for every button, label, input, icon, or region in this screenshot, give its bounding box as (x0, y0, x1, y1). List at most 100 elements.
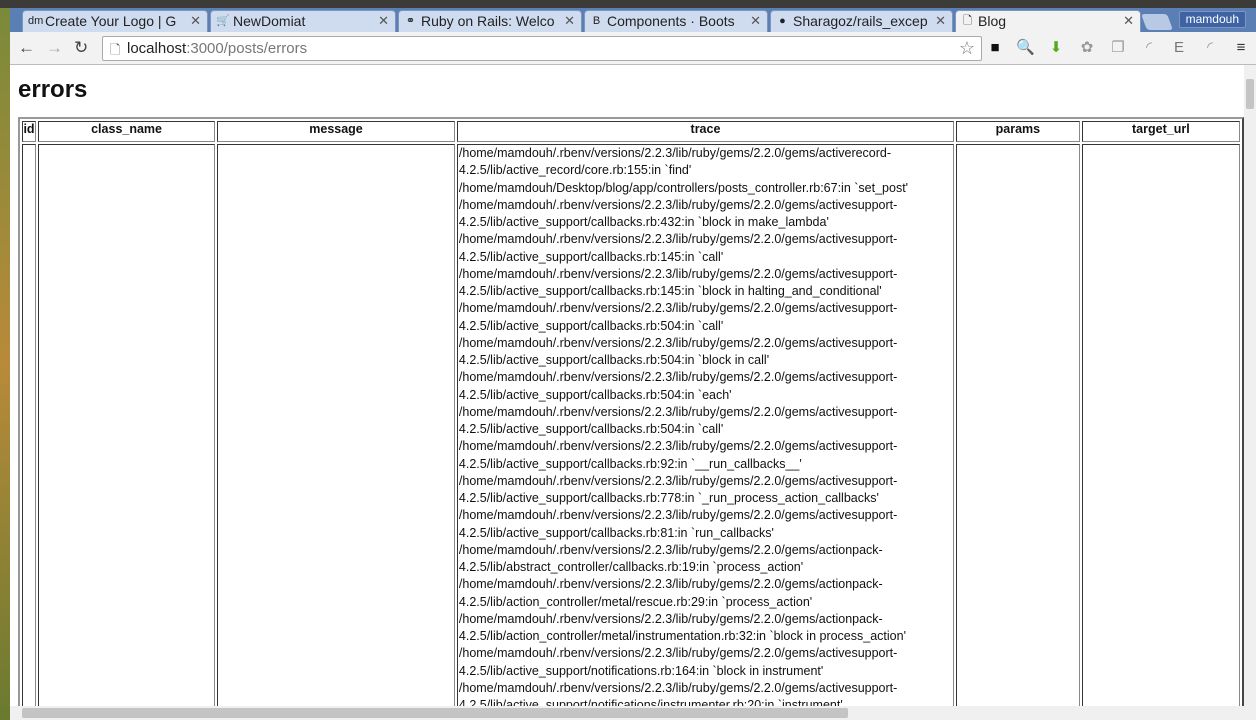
trace-line: 4.2.5/lib/active_support/callbacks.rb:50… (458, 353, 770, 367)
page-title: errors (18, 76, 88, 103)
trace-line: /home/mamdouh/.rbenv/versions/2.2.3/lib/… (458, 266, 898, 281)
trace-line: 4.2.5/lib/action_controller/metal/instru… (458, 629, 906, 643)
trace-line: /home/mamdouh/Desktop/blog/app/controlle… (458, 180, 909, 195)
github-icon: ● (779, 15, 786, 27)
table-row: /home/mamdouh/.rbenv/versions/2.2.3/lib/… (22, 144, 1240, 706)
tab-0[interactable]: dm Create Your Logo | G ✕ (22, 10, 208, 32)
extension-download-icon[interactable]: ⬇ (1047, 39, 1065, 57)
trace-line: 4.2.5/lib/abstract_controller/callbacks.… (458, 560, 804, 574)
horizontal-scrollbar[interactable] (10, 706, 1256, 720)
bootstrap-icon: B (592, 15, 601, 27)
trace-line: 4.2.5/lib/active_support/notifications.r… (458, 663, 824, 678)
extension-e-icon[interactable]: E (1170, 39, 1188, 57)
trace-line: 4.2.5/lib/active_support/callbacks.rb:81… (458, 525, 774, 540)
trace-line: 4.2.5/lib/active_support/callbacks.rb:50… (458, 387, 732, 402)
os-top-panel (0, 0, 1256, 8)
trace-line: /home/mamdouh/.rbenv/versions/2.2.3/lib/… (458, 404, 898, 419)
address-path: :3000/posts/errors (186, 40, 308, 57)
browser-toolbar: ← → ↻ 🗋 localhost:3000/posts/errors ☆ ■ … (10, 32, 1256, 65)
close-tab-icon[interactable]: ✕ (564, 13, 575, 29)
cell-trace: /home/mamdouh/.rbenv/versions/2.2.3/lib/… (456, 144, 955, 706)
trace-line: 4.2.5/lib/active_support/callbacks.rb:92… (458, 456, 802, 471)
errors-table: id class_name message trace params targe… (18, 117, 1244, 706)
trace-line: /home/mamdouh/.rbenv/versions/2.2.3/lib/… (458, 197, 898, 212)
tab-2[interactable]: ⚭ Ruby on Rails: Welco ✕ (398, 10, 582, 32)
header-target-url: target_url (1081, 121, 1240, 142)
tab-strip: dm Create Your Logo | G ✕ 🛒 NewDomiat ✕ ⚭ Ruby … (10, 8, 1256, 32)
close-tab-icon[interactable]: ✕ (750, 13, 761, 29)
address-bar[interactable]: 🗋 localhost:3000/posts/errors ☆ (102, 36, 982, 61)
profile-button[interactable]: mamdouh (1178, 11, 1246, 28)
header-class-name: class_name (37, 121, 216, 142)
tab-1[interactable]: 🛒 NewDomiat ✕ (210, 10, 396, 32)
trace-line: 4.2.5/lib/active_support/callbacks.rb:43… (458, 215, 829, 229)
trace-line: 4.2.5/lib/active_record/core.rb:155:in `… (458, 163, 692, 178)
trace-line: /home/mamdouh/.rbenv/versions/2.2.3/lib/… (458, 473, 898, 488)
page-content: errors id class_name message trace param… (10, 65, 1244, 706)
reload-icon[interactable]: ↻ (74, 38, 88, 58)
trace-line: /home/mamdouh/.rbenv/versions/2.2.3/lib/… (458, 370, 898, 385)
address-host: localhost (127, 40, 187, 57)
extension-gray-icon[interactable]: ✿ (1078, 39, 1096, 57)
back-icon[interactable]: ← (18, 38, 35, 58)
trace-line: /home/mamdouh/.rbenv/versions/2.2.3/lib/… (458, 439, 898, 454)
tab-4[interactable]: ● Sharagoz/rails_excep ✕ (770, 10, 953, 32)
vertical-scrollbar[interactable] (1244, 65, 1256, 706)
tab-label: Blog (978, 13, 1007, 29)
bookmark-star-icon[interactable]: ☆ (959, 38, 975, 59)
trace-line: /home/mamdouh/.rbenv/versions/2.2.3/lib/… (458, 508, 898, 523)
page-icon: 🗋 (110, 42, 121, 57)
cell-params (956, 144, 1080, 706)
extension-ghostery-icon[interactable]: ■ (986, 39, 1004, 57)
extension-rss2-icon[interactable]: ◜ (1201, 39, 1219, 57)
desktop-edge (0, 8, 10, 720)
close-tab-icon[interactable]: ✕ (190, 13, 201, 29)
tab-label: Create Your Logo | G (45, 13, 177, 29)
tab-label: Ruby on Rails: Welco (421, 13, 555, 29)
cell-class-name (37, 144, 216, 706)
new-tab-button[interactable] (1141, 14, 1173, 30)
cell-target-url (1081, 144, 1240, 706)
cart-icon: 🛒 (216, 15, 230, 27)
extension-rss-icon[interactable]: ◜ (1140, 39, 1158, 57)
trace-line: 4.2.5/lib/active_support/notifications/i… (458, 698, 843, 706)
trace-line: 4.2.5/lib/active_support/callbacks.rb:14… (458, 249, 724, 264)
trace-line: /home/mamdouh/.rbenv/versions/2.2.3/lib/… (458, 146, 892, 160)
tab-3[interactable]: B Components · Boots ✕ (584, 10, 768, 32)
cell-id (22, 144, 36, 706)
header-params: params (956, 121, 1080, 142)
header-id: id (22, 121, 36, 142)
trace-line: /home/mamdouh/.rbenv/versions/2.2.3/lib/… (458, 301, 898, 316)
close-tab-icon[interactable]: ✕ (1123, 13, 1134, 29)
dm-logo-icon: dm (28, 15, 44, 27)
trace-line: 4.2.5/lib/action_controller/metal/rescue… (458, 594, 813, 609)
trace-line: /home/mamdouh/.rbenv/versions/2.2.3/lib/… (458, 335, 898, 350)
header-message: message (217, 121, 455, 142)
forward-icon[interactable]: → (46, 38, 63, 58)
trace-line: /home/mamdouh/.rbenv/versions/2.2.3/lib/… (458, 577, 883, 592)
extension-search-icon[interactable]: 🔍 (1016, 39, 1035, 57)
close-tab-icon[interactable]: ✕ (378, 13, 389, 29)
tab-5[interactable]: 🗋 Blog ✕ (955, 10, 1141, 32)
cell-message (217, 144, 455, 706)
trace-line: 4.2.5/lib/active_support/callbacks.rb:50… (458, 422, 724, 436)
trace-line: /home/mamdouh/.rbenv/versions/2.2.3/lib/… (458, 646, 898, 661)
tab-label: NewDomiat (233, 13, 306, 29)
trace-line: /home/mamdouh/.rbenv/versions/2.2.3/lib/… (458, 611, 883, 626)
menu-icon[interactable]: ≡ (1232, 39, 1250, 57)
vertical-scroll-thumb[interactable] (1246, 79, 1254, 109)
horizontal-scroll-thumb[interactable] (22, 708, 848, 718)
close-tab-icon[interactable]: ✕ (935, 13, 946, 29)
extension-copy-icon[interactable]: ❐ (1109, 39, 1127, 57)
tab-label: Sharagoz/rails_excep (793, 13, 928, 29)
rails-icon: ⚭ (405, 15, 416, 27)
table-header-row: id class_name message trace params targe… (22, 121, 1240, 142)
trace-line: /home/mamdouh/.rbenv/versions/2.2.3/lib/… (458, 680, 898, 695)
trace-line: /home/mamdouh/.rbenv/versions/2.2.3/lib/… (458, 232, 898, 247)
trace-line: 4.2.5/lib/active_support/callbacks.rb:50… (458, 318, 724, 333)
trace-line: 4.2.5/lib/active_support/callbacks.rb:14… (458, 284, 882, 298)
header-trace: trace (456, 121, 955, 142)
document-icon: 🗋 (963, 15, 972, 27)
tab-label: Components · Boots (607, 13, 735, 29)
trace-line: 4.2.5/lib/active_support/callbacks.rb:77… (458, 491, 879, 505)
